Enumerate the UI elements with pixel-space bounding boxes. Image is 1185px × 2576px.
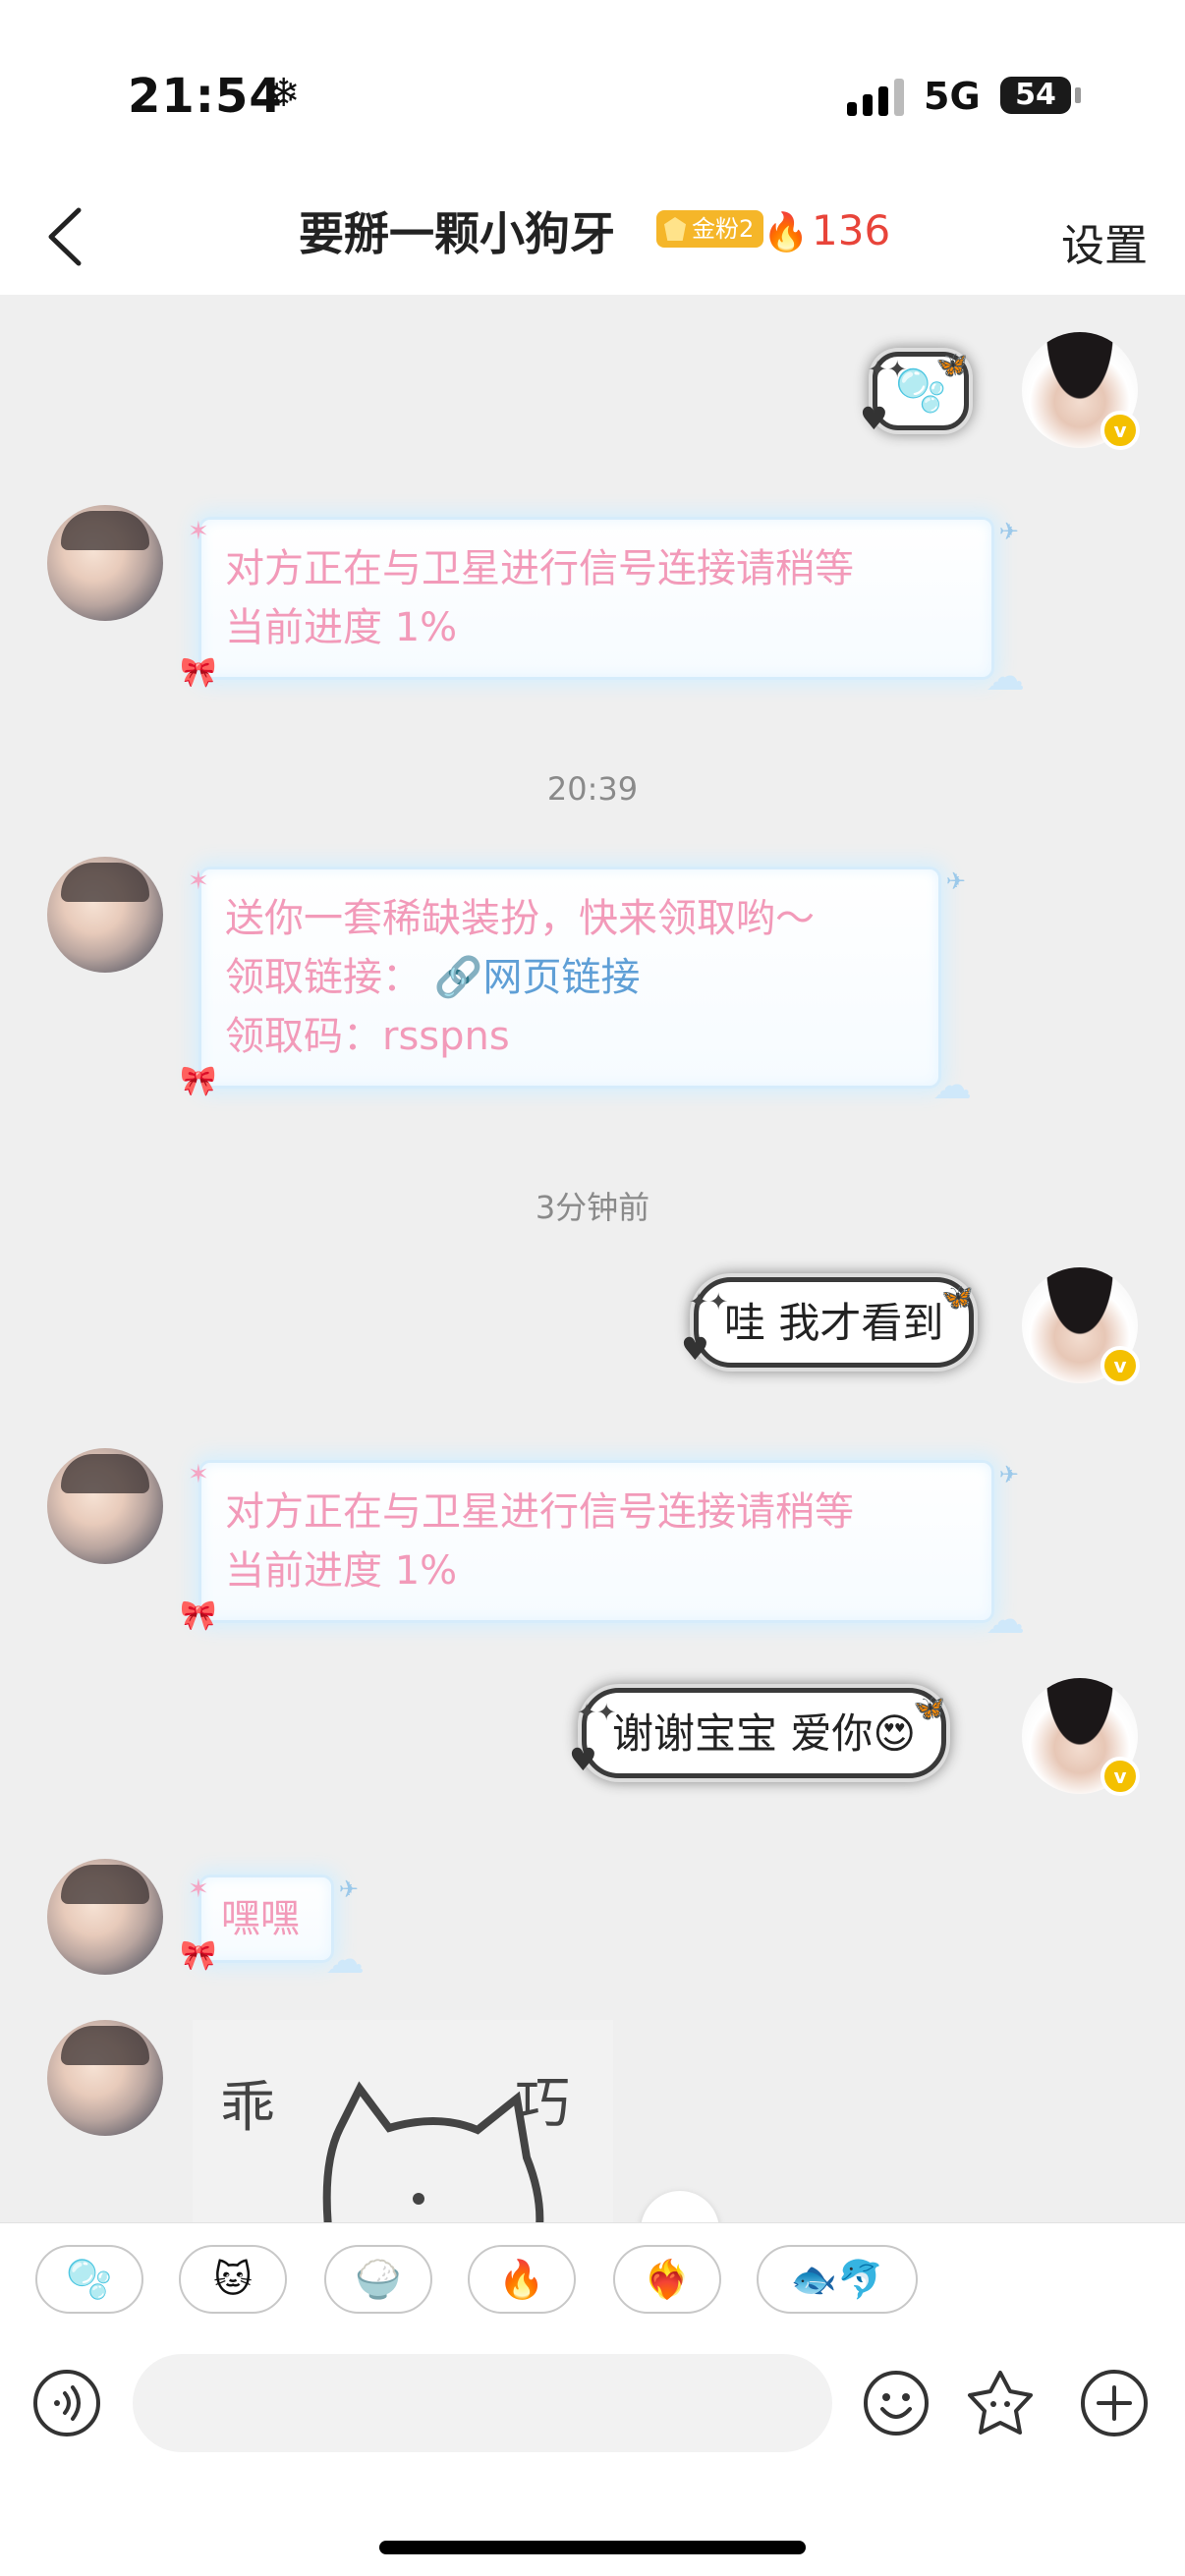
time-separator: 20:39: [546, 770, 639, 808]
message-text: 哇 我才看到: [724, 1299, 944, 1347]
bow-icon: 🎀: [180, 655, 217, 690]
snowflake-icon: ❄: [267, 71, 301, 116]
message-bubble-incoming[interactable]: ✶ ✈ 对方正在与卫星进行信号连接请稍等 当前进度 1% 🎀 ☁: [180, 1460, 1025, 1643]
verified-badge-icon: v: [1100, 411, 1140, 450]
heart-icon: ♥: [569, 1741, 597, 1778]
paper-plane-icon: ✈: [338, 1876, 359, 1903]
message-composer: [0, 2330, 1185, 2576]
butterfly-icon: 🦋: [913, 1694, 946, 1723]
message-text: 嘿嘿: [221, 1896, 300, 1941]
quick-reaction-chip[interactable]: ❤️‍🔥: [613, 2245, 721, 2314]
contact-avatar[interactable]: [47, 2020, 163, 2136]
message-bubble-outgoing[interactable]: ✦✦ 🦋 🫧 ♥: [860, 351, 970, 437]
heart-icon: ♥: [860, 400, 888, 437]
message-bubble-outgoing[interactable]: ✦✦ 🦋 谢谢宝宝 爱你😍 ♥: [569, 1688, 947, 1778]
message-line: 对方正在与卫星进行信号连接请稍等: [225, 1489, 854, 1535]
message-text: 谢谢宝宝 爱你😍: [612, 1709, 917, 1758]
web-link[interactable]: 🔗网页链接: [434, 955, 641, 1000]
quick-reaction-chip[interactable]: 🐟🐬: [757, 2245, 918, 2314]
status-time: 21:54: [128, 69, 283, 124]
fire-icon: 🔥: [762, 210, 810, 253]
contact-avatar[interactable]: [47, 857, 163, 973]
web-link-label: 网页链接: [482, 955, 641, 1000]
star-icon: ✶: [188, 1875, 209, 1904]
quick-reaction-bar: 🫧 🐱 🍚 🔥 ❤️‍🔥 🐟🐬: [0, 2222, 1185, 2330]
heart-icon: ♥: [681, 1330, 709, 1368]
paper-plane-icon: ✈: [998, 518, 1019, 545]
bow-icon: 🎀: [180, 1598, 217, 1633]
fan-level-badge[interactable]: 金粉2: [656, 210, 764, 248]
cloud-icon: ☁: [986, 1597, 1025, 1643]
my-avatar[interactable]: v: [1022, 1267, 1140, 1385]
my-avatar[interactable]: v: [1022, 1678, 1140, 1796]
contact-avatar[interactable]: [47, 505, 163, 621]
paper-plane-icon: ✈: [945, 868, 966, 895]
plus-icon[interactable]: [1079, 2368, 1150, 2438]
quick-reaction-chip[interactable]: 🔥: [468, 2245, 576, 2314]
fan-level-label: 金粉2: [692, 215, 755, 243]
contact-avatar[interactable]: [47, 1448, 163, 1564]
message-line: 领取码：rsspns: [225, 1014, 510, 1059]
contact-avatar[interactable]: [47, 1859, 163, 1975]
sticker-icon[interactable]: [965, 2368, 1036, 2438]
message-line: 当前进度 1%: [225, 605, 458, 650]
network-label: 5G: [924, 75, 981, 118]
sticker-image[interactable]: 乖 巧: [193, 2020, 613, 2222]
emoji-icon[interactable]: [861, 2368, 931, 2438]
butterfly-icon: 🦋: [935, 351, 969, 380]
home-indicator: [379, 2541, 806, 2554]
signal-icon: [847, 77, 906, 116]
star-icon: ✶: [188, 867, 209, 896]
butterfly-icon: 🦋: [940, 1283, 974, 1313]
message-input[interactable]: [133, 2354, 832, 2452]
message-line: 领取链接： 🔗网页链接: [225, 948, 915, 1007]
message-line: 对方正在与卫星进行信号连接请稍等: [225, 546, 854, 591]
chat-message-list[interactable]: ✦✦ 🦋 🫧 ♥ v ✶ ✈ 对方正在与卫星进行信号连接请稍等 当前进度 1% …: [0, 295, 1185, 2222]
quick-reaction-chip[interactable]: 🐱: [179, 2245, 287, 2314]
back-icon[interactable]: [39, 202, 98, 271]
my-avatar[interactable]: v: [1022, 332, 1140, 450]
paper-plane-icon: ✈: [998, 1461, 1019, 1488]
message-bubble-incoming[interactable]: ✶ ✈ 对方正在与卫星进行信号连接请稍等 当前进度 1% 🎀 ☁: [180, 517, 1025, 700]
quick-reaction-chip[interactable]: 🍚: [324, 2245, 432, 2314]
message-line: 送你一套稀缺装扮，快来领取哟～: [225, 896, 815, 941]
quick-reaction-chip[interactable]: 🫧: [35, 2245, 143, 2314]
bow-icon: 🎀: [180, 1938, 217, 1973]
link-icon: 🔗: [433, 955, 483, 1000]
link-label: 领取链接：: [225, 955, 422, 1000]
fire-count: 136: [812, 206, 891, 254]
star-icon: ✶: [188, 517, 209, 546]
scroll-to-bottom-button[interactable]: [641, 2191, 719, 2222]
chat-title[interactable]: 要掰一颗小狗牙: [299, 198, 615, 263]
message-line: 当前进度 1%: [225, 1548, 458, 1594]
star-icon: ✶: [188, 1460, 209, 1489]
cloud-icon: ☁: [932, 1063, 972, 1108]
cloud-icon: ☁: [325, 1937, 365, 1983]
battery-cap: [1075, 87, 1081, 103]
voice-icon[interactable]: [31, 2368, 102, 2438]
settings-button[interactable]: 设置: [1061, 210, 1148, 273]
verified-badge-icon: v: [1100, 1757, 1140, 1796]
verified-badge-icon: v: [1100, 1346, 1140, 1385]
time-separator: 3分钟前: [535, 1189, 650, 1226]
message-bubble-incoming[interactable]: ✶ ✈ 嘿嘿 🎀 ☁: [180, 1875, 365, 1983]
chat-header: 要掰一颗小狗牙 金粉2 🔥 136 设置: [0, 177, 1185, 295]
message-bubble-outgoing[interactable]: ✦✦ 🦋 哇 我才看到 ♥: [681, 1277, 975, 1368]
bow-icon: 🎀: [180, 1064, 217, 1098]
gem-icon: [664, 217, 686, 241]
battery-icon: 54: [1000, 77, 1071, 114]
message-bubble-incoming[interactable]: ✶ ✈ 送你一套稀缺装扮，快来领取哟～ 领取链接： 🔗网页链接 领取码：rssp…: [180, 867, 972, 1108]
status-bar: 21:54 ❄ 5G 54: [0, 0, 1185, 177]
cat-drawing-icon: [322, 2081, 544, 2222]
cloud-icon: ☁: [986, 654, 1025, 700]
